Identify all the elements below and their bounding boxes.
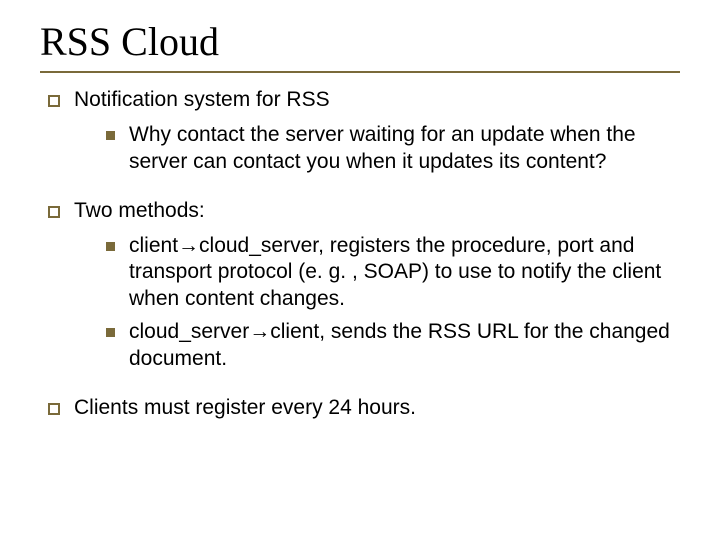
arrow-right-icon: → [178,234,199,257]
hollow-square-icon [48,95,60,107]
arrow-pre: cloud_server [129,320,249,343]
slide-body: Notification system for RSS Why contact … [40,87,680,422]
slide-title: RSS Cloud [40,18,680,65]
bullet-level2: client→cloud_server, registers the proce… [106,233,680,314]
solid-square-icon [106,242,115,251]
bullet-text: cloud_server→client, sends the RSS URL f… [129,319,680,373]
bullet-level2: cloud_server→client, sends the RSS URL f… [106,319,680,373]
bullet-text: client→cloud_server, registers the proce… [129,233,680,314]
bullet-text: Why contact the server waiting for an up… [129,122,680,176]
solid-square-icon [106,328,115,337]
arrow-post: cloud_server, registers the procedure, p… [129,234,661,311]
title-underline [40,71,680,73]
bullet-level1: Clients must register every 24 hours. [48,395,680,422]
bullet-text: Two methods: [74,198,680,225]
arrow-right-icon: → [249,320,270,343]
bullet-text: Notification system for RSS [74,87,680,114]
hollow-square-icon [48,206,60,218]
solid-square-icon [106,131,115,140]
arrow-pre: client [129,234,178,257]
bullet-level2: Why contact the server waiting for an up… [106,122,680,176]
bullet-level1: Notification system for RSS [48,87,680,114]
hollow-square-icon [48,403,60,415]
slide: RSS Cloud Notification system for RSS Wh… [0,0,720,540]
bullet-level1: Two methods: [48,198,680,225]
bullet-text: Clients must register every 24 hours. [74,395,680,422]
